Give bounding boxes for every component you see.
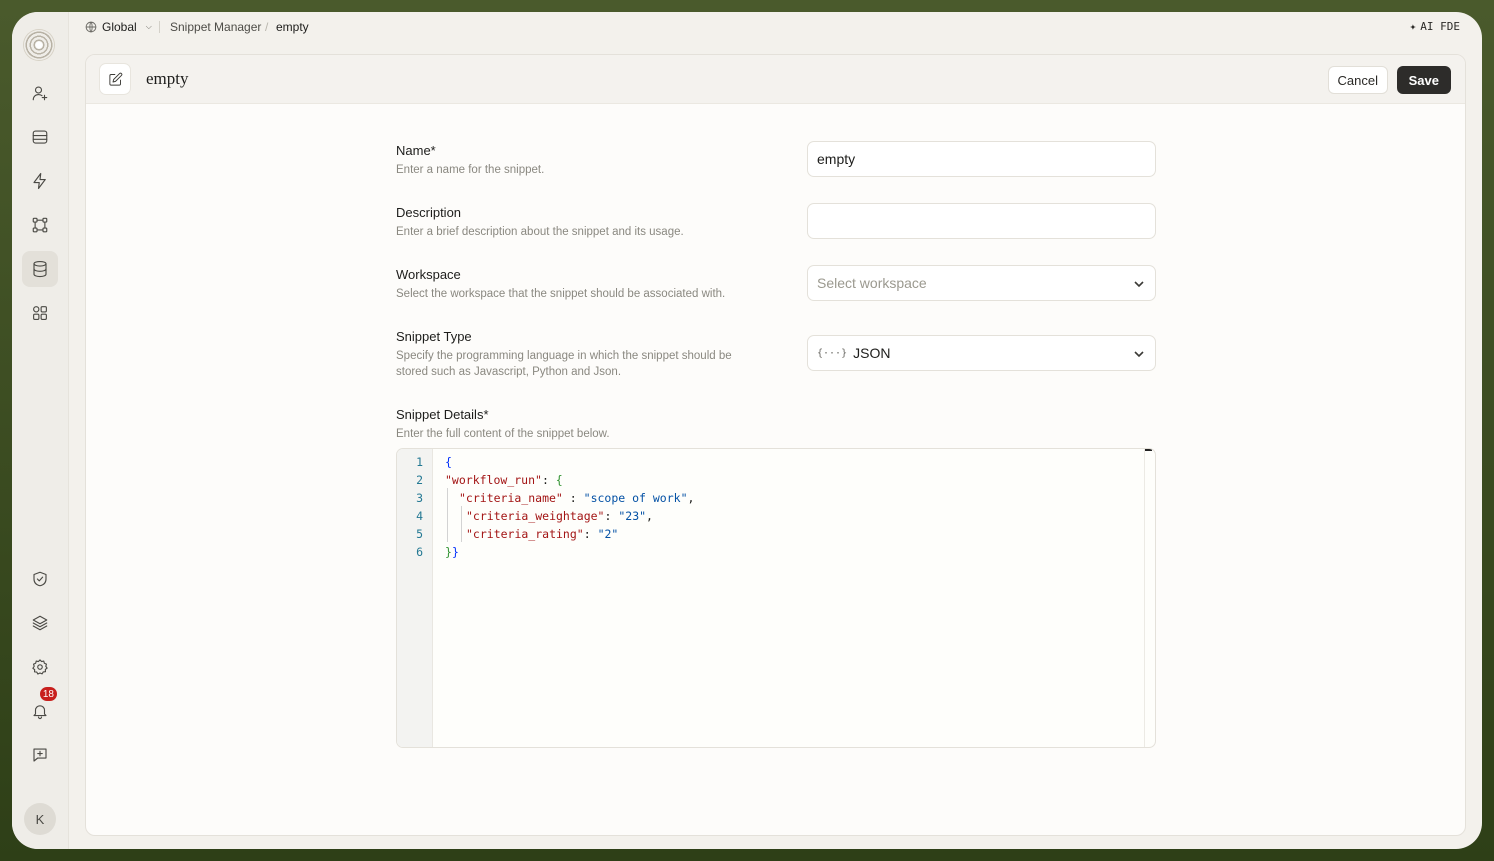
ai-fde-label: AI FDE <box>1420 20 1460 33</box>
line-number: 4 <box>416 509 423 523</box>
snippet-type-select[interactable]: {···} JSON <box>807 335 1156 371</box>
code-line: "criteria_rating": "2" <box>466 527 619 541</box>
save-button[interactable]: Save <box>1396 66 1451 94</box>
logo[interactable] <box>24 30 54 60</box>
name-help: Enter a name for the snippet. <box>396 164 545 176</box>
feedback-icon[interactable] <box>22 737 58 773</box>
workspace-label: Workspace <box>396 267 461 282</box>
sidebar: 18 K <box>12 12 69 849</box>
code-line: }} <box>445 545 459 559</box>
page-title: empty <box>146 69 189 88</box>
name-label: Name* <box>396 143 436 158</box>
workspace-switcher[interactable]: Global ⌵ <box>85 20 152 34</box>
snippet-type-label: Snippet Type <box>396 329 472 344</box>
edit-icon <box>99 63 131 95</box>
scroll-indicator <box>1145 449 1152 451</box>
indent-guide <box>461 506 462 542</box>
breadcrumb-snippet-manager[interactable]: Snippet Manager <box>170 20 261 34</box>
user-plus-icon[interactable] <box>22 75 58 111</box>
shield-check-icon[interactable] <box>22 561 58 597</box>
snippet-type-value: JSON <box>853 345 891 361</box>
description-label: Description <box>396 205 462 220</box>
breadcrumb: Global ⌵ Snippet Manager / empty ✦ AI FD… <box>69 12 1482 42</box>
inbox-icon[interactable] <box>22 119 58 155</box>
json-braces-icon: {···} <box>817 347 848 359</box>
chevron-down-icon: ⌵ <box>145 22 152 31</box>
workspace-help: Select the workspace that the snippet sh… <box>396 288 726 300</box>
code-editor[interactable]: 1 2 3 4 5 6 { "workflow_run": { "criteri… <box>396 448 1156 748</box>
description-help: Enter a brief description about the snip… <box>396 226 684 238</box>
description-input[interactable] <box>807 203 1156 239</box>
code-line: "criteria_name" : "scope of work", <box>459 491 695 505</box>
snippet-details-label: Snippet Details* <box>396 407 489 422</box>
workflow-icon[interactable] <box>22 207 58 243</box>
apps-icon[interactable] <box>22 295 58 331</box>
avatar[interactable]: K <box>24 803 56 835</box>
name-value: empty <box>817 151 856 167</box>
editor-scrollbar[interactable] <box>1144 449 1145 747</box>
indent-guide <box>447 488 448 542</box>
line-number: 2 <box>416 473 423 487</box>
bolt-icon[interactable] <box>22 163 58 199</box>
code-line: { <box>445 455 452 469</box>
snippet-editor-panel: empty Cancel Save Name* Enter a name for… <box>85 54 1466 836</box>
line-number: 5 <box>416 527 423 541</box>
gear-icon[interactable] <box>22 649 58 685</box>
line-number: 3 <box>416 491 423 505</box>
ai-fde-button[interactable]: ✦ AI FDE <box>1410 20 1460 33</box>
workspace-label: Global <box>102 20 137 34</box>
line-number: 6 <box>416 545 423 559</box>
breadcrumb-separator: / <box>265 20 269 34</box>
snippet-type-help-line1: Specify the programming language in whic… <box>396 350 732 362</box>
workspace-placeholder: Select workspace <box>817 275 927 291</box>
chevron-down-icon <box>1133 347 1145 359</box>
code-line: "criteria_weightage": "23", <box>466 509 653 523</box>
bell-icon[interactable]: 18 <box>22 686 58 729</box>
chevron-down-icon <box>1133 277 1145 289</box>
layers-icon[interactable] <box>22 605 58 641</box>
breadcrumb-current: empty <box>276 20 309 34</box>
name-input[interactable]: empty <box>807 141 1156 177</box>
app-window: 18 K Global ⌵ Snippet Manager / empty ✦ … <box>12 12 1482 849</box>
line-number-gutter: 1 2 3 4 5 6 <box>397 449 433 747</box>
sparkle-icon: ✦ <box>1409 20 1417 33</box>
notification-badge: 18 <box>38 686 58 702</box>
globe-icon <box>85 21 97 33</box>
workspace-select[interactable]: Select workspace <box>807 265 1156 301</box>
database-icon[interactable] <box>22 251 58 287</box>
panel-header: empty Cancel Save <box>86 55 1465 104</box>
line-number: 1 <box>416 455 423 469</box>
cancel-button[interactable]: Cancel <box>1327 66 1388 94</box>
snippet-type-help-line2: stored such as Javascript, Python and Js… <box>396 366 622 378</box>
snippet-details-help: Enter the full content of the snippet be… <box>396 428 610 440</box>
code-line: "workflow_run": { <box>445 473 563 487</box>
divider <box>159 21 160 33</box>
